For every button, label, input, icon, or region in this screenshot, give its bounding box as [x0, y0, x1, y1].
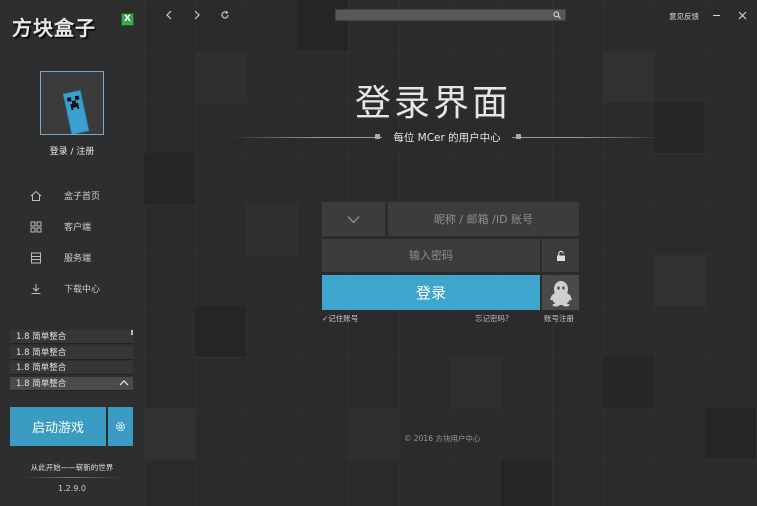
account-type-dropdown[interactable]: [322, 202, 385, 236]
sidebar-item-label: 客户端: [64, 223, 92, 233]
bg-tile: [246, 204, 297, 255]
search-input[interactable]: [336, 17, 548, 28]
gear-icon: [115, 421, 126, 432]
divider: [22, 477, 122, 478]
refresh-icon: [221, 10, 229, 19]
page-subtitle: 每位 MCer 的用户中心: [393, 131, 501, 144]
chevron-left-icon: [166, 10, 172, 20]
minimize-button[interactable]: [710, 9, 722, 21]
bg-tile: [501, 459, 552, 506]
search-bar: [335, 9, 566, 28]
bg-tile: [195, 306, 246, 357]
divider-square: [375, 134, 380, 139]
logo-badge: X: [121, 13, 134, 26]
bg-tile: [603, 357, 654, 408]
sidebar-item-label: 盒子首页: [64, 192, 101, 202]
sidebar-item-downloads[interactable]: 下载中心: [0, 273, 144, 304]
settings-button[interactable]: [108, 407, 133, 446]
sidebar-item-client[interactable]: 客户端: [0, 211, 144, 242]
close-button[interactable]: [736, 9, 748, 21]
feedback-link[interactable]: 意见反馈: [669, 11, 699, 22]
subtitle-wrap: 每位 MCer 的用户中心: [382, 129, 512, 145]
sidebar-item-label: 下载中心: [64, 285, 101, 295]
remember-label: 记住账号: [328, 314, 359, 323]
close-icon: [738, 11, 746, 19]
bg-tile: [450, 357, 501, 408]
account-input[interactable]: [388, 202, 579, 236]
chevron-down-icon: [347, 215, 360, 223]
divider-square: [516, 134, 521, 139]
launch-game-button[interactable]: 启动游戏: [10, 407, 106, 446]
sidebar-item-home[interactable]: 盒子首页: [0, 180, 144, 211]
browser-nav: [162, 8, 232, 22]
bg-tile: [654, 255, 705, 306]
refresh-button[interactable]: [218, 8, 232, 22]
remember-account-checkbox[interactable]: ✓记住账号: [322, 313, 358, 324]
back-button[interactable]: [162, 8, 176, 22]
selected-profile[interactable]: 1.8 简单整合: [10, 376, 133, 391]
profile-label: 1.8 简单整合: [16, 347, 67, 358]
sidebar-nav: 盒子首页 客户端 服务端 下载中心: [0, 180, 144, 304]
chevron-up-icon[interactable]: [119, 377, 129, 391]
forward-button[interactable]: [190, 8, 204, 22]
server-icon: [30, 252, 42, 264]
grid-icon: [30, 221, 42, 233]
search-icon[interactable]: [553, 11, 561, 19]
lock-icon: [556, 250, 565, 261]
qq-login-button[interactable]: [542, 275, 579, 310]
profile-label: 1.8 简单整合: [16, 378, 67, 389]
forgot-password-link[interactable]: 忘记密码?: [475, 313, 509, 324]
copyright: © 2016 方块用户中心: [404, 434, 481, 443]
page-title: 登录界面: [354, 83, 511, 124]
home-icon: [30, 190, 42, 202]
sidebar-item-server[interactable]: 服务端: [0, 242, 144, 273]
qq-penguin-icon: [549, 280, 572, 306]
scroll-marker: [131, 330, 133, 335]
list-item[interactable]: 1.8 简单整合: [10, 361, 133, 375]
profile-label: 1.8 简单整合: [16, 363, 67, 373]
list-item[interactable]: 1.8 简单整合: [10, 330, 133, 344]
download-icon: [30, 283, 42, 295]
sidebar: 方块盒子 X 登录 / 注册 盒子首页 客户端 服务端 下载中心 1.8 简单整…: [0, 0, 144, 506]
login-register-link[interactable]: 登录 / 注册: [0, 144, 144, 157]
bg-tile: [144, 153, 195, 204]
register-link[interactable]: 账号注册: [544, 313, 574, 324]
version-label: 1.2.9.0: [58, 484, 86, 493]
chevron-right-icon: [194, 10, 200, 20]
main-content: 意见反馈 登录界面 每位 MCer 的用户中心 登录: [144, 0, 757, 506]
password-input[interactable]: [322, 239, 540, 272]
sidebar-item-label: 服务端: [64, 254, 92, 264]
creeper-avatar-icon: [41, 72, 103, 134]
avatar[interactable]: [40, 71, 104, 135]
game-profile-list: 1.8 简单整合 1.8 简单整合 1.8 简单整合 1.8 简单整合: [10, 330, 133, 392]
lock-button[interactable]: [542, 239, 579, 272]
list-item[interactable]: 1.8 简单整合: [10, 345, 133, 360]
app-logo: 方块盒子: [12, 16, 96, 40]
slogan: 从此开始——崭新的世界: [30, 463, 114, 472]
profile-label: 1.8 简单整合: [16, 332, 67, 342]
minimize-icon: [712, 14, 720, 16]
login-button[interactable]: 登录: [322, 275, 540, 310]
